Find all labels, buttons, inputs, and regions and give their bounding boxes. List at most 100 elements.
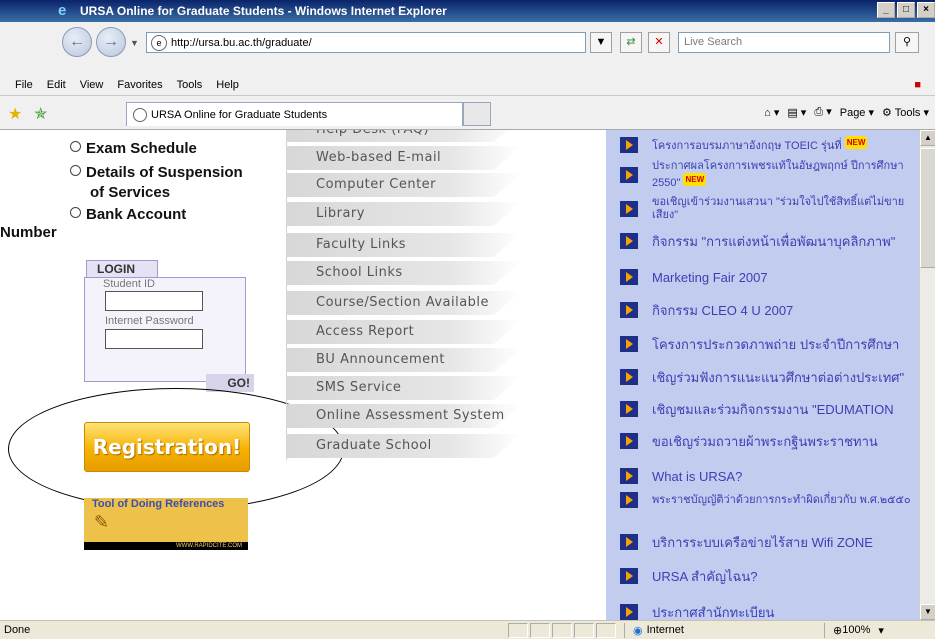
new-tab-button[interactable] — [463, 102, 491, 126]
news-item[interactable]: ขอเชิญเข้าร่วมงานเสวนา "ร่วมใจไปใช้สิทธิ… — [620, 196, 915, 222]
news-item[interactable]: Marketing Fair 2007 — [620, 269, 915, 285]
address-dropdown-button[interactable]: ▼ — [590, 32, 612, 53]
news-item[interactable]: ประกาศผลโครงการเพชรแท้ในอัษฎพฤกษ์ ปีการศ… — [620, 160, 915, 190]
news-item[interactable]: ขอเชิญร่วมถวายผ้าพระกฐินพระราชทาน — [620, 433, 915, 449]
forward-button[interactable]: → — [96, 27, 126, 57]
menu-email[interactable]: Web-based E-mail — [286, 146, 522, 170]
tools-menu[interactable]: ⚙ Tools ▾ — [882, 106, 929, 119]
zoom-control[interactable]: ⊕ 100% ▾ — [824, 622, 884, 638]
arrow-bullet-icon — [620, 167, 638, 183]
pdf-icon[interactable]: ■ — [914, 79, 921, 91]
search-input[interactable]: Live Search — [678, 32, 890, 53]
feeds-icon[interactable]: ▤ ▾ — [787, 106, 806, 119]
back-button[interactable]: ← — [62, 27, 92, 57]
menu-online-assessment[interactable]: Online Assessment System — [286, 404, 522, 428]
news-item[interactable]: ประกาศสำนักทะเบียน — [620, 604, 915, 620]
favorites-star-icon[interactable]: ★ — [8, 104, 22, 124]
menu-tools[interactable]: Tools — [170, 79, 210, 91]
menu-sms-service[interactable]: SMS Service — [286, 376, 522, 400]
menu-computer-center[interactable]: Computer Center — [286, 173, 522, 197]
new-badge: NEW — [844, 136, 868, 149]
security-zone[interactable]: ◉ Internet — [624, 622, 824, 638]
password-label: Internet Password — [105, 315, 194, 327]
arrow-bullet-icon — [620, 302, 638, 318]
arrow-bullet-icon — [620, 201, 638, 217]
menu-faculty-links[interactable]: Faculty Links — [286, 233, 522, 257]
page-content: Exam Schedule Details of Suspension of S… — [0, 130, 919, 620]
menu-help-desk[interactable]: Help Desk (FAQ) — [286, 130, 522, 142]
add-favorite-icon[interactable]: ✯ — [34, 104, 47, 124]
news-item[interactable]: URSA สำคัญไฉน? — [620, 568, 915, 584]
address-toolbar: ← → ▼ e http://ursa.bu.ac.th/graduate/ ▼… — [0, 22, 935, 74]
minimize-button[interactable]: _ — [877, 2, 895, 18]
address-input[interactable]: e http://ursa.bu.ac.th/graduate/ — [146, 32, 586, 53]
status-bar: Done ◉ Internet ⊕ 100% ▾ — [0, 620, 935, 639]
home-icon[interactable]: ⌂ ▾ — [764, 106, 779, 119]
arrow-bullet-icon — [620, 136, 638, 153]
window-titlebar: e URSA Online for Graduate Students - Wi… — [0, 0, 935, 22]
arrow-bullet-icon — [620, 401, 638, 417]
bank-account-link-line2[interactable]: Number — [0, 224, 57, 241]
vertical-scrollbar[interactable]: ▲ ▼ — [919, 130, 935, 620]
zoom-dropdown-icon[interactable]: ▾ — [878, 624, 884, 637]
menu-edit[interactable]: Edit — [40, 79, 73, 91]
ie-logo-icon: e — [58, 2, 67, 19]
news-item[interactable]: กิจกรรม "การแต่งหน้าเพื่อพัฒนาบุคลิกภาพ" — [620, 233, 915, 249]
print-icon[interactable]: ⎙ ▾ — [814, 105, 831, 119]
menu-bu-announcement[interactable]: BU Announcement — [286, 348, 522, 372]
command-bar: ⌂ ▾ ▤ ▾ ⎙ ▾ Page ▾ ⚙ Tools ▾ — [764, 105, 929, 119]
news-item[interactable]: โครงการประกวดภาพถ่าย ประจำปีการศึกษา — [620, 336, 915, 352]
news-item[interactable]: บริการระบบเครือข่ายไร้สาย Wifi ZONE — [620, 534, 915, 550]
arrow-bullet-icon — [620, 233, 638, 249]
refresh-icon[interactable]: ⇄ — [620, 32, 642, 53]
status-cell — [574, 622, 594, 638]
zoom-level: 100% — [842, 624, 871, 636]
menu-view[interactable]: View — [73, 79, 111, 91]
arrow-bullet-icon — [620, 369, 638, 385]
suspension-link[interactable]: Details of Suspension — [70, 164, 243, 181]
news-item[interactable]: กิจกรรม CLEO 4 U 2007 — [620, 302, 915, 318]
suspension-link-line2[interactable]: of Services — [90, 184, 170, 201]
menu-file[interactable]: File — [8, 79, 40, 91]
page-menu[interactable]: Page ▾ — [840, 106, 874, 119]
news-item[interactable]: เชิญชมและร่วมกิจกรรมงาน "EDUMATION — [620, 401, 915, 417]
arrow-bullet-icon — [620, 604, 638, 620]
arrow-bullet-icon — [620, 336, 638, 352]
window-title: URSA Online for Graduate Students - Wind… — [80, 4, 447, 18]
exam-schedule-link[interactable]: Exam Schedule — [70, 140, 197, 157]
student-id-input[interactable] — [105, 291, 203, 311]
news-item[interactable]: What is URSA? — [620, 468, 915, 484]
news-item[interactable]: โครงการอบรมภาษาอังกฤษ TOEIC รุ่นที่ NEW — [620, 136, 915, 153]
close-button[interactable]: × — [917, 2, 935, 18]
tab-ursa[interactable]: URSA Online for Graduate Students — [126, 102, 463, 126]
menu-favorites[interactable]: Favorites — [110, 79, 169, 91]
zone-label: Internet — [646, 624, 684, 636]
status-cell — [508, 622, 528, 638]
bank-account-link[interactable]: Bank Account — [70, 206, 186, 223]
menu-access-report[interactable]: Access Report — [286, 320, 522, 344]
recent-pages-dropdown-icon[interactable]: ▼ — [130, 38, 139, 48]
scroll-up-icon[interactable]: ▲ — [920, 130, 935, 146]
menu-library[interactable]: Library — [286, 202, 522, 226]
arrow-bullet-icon — [620, 492, 638, 508]
news-item[interactable]: เชิญร่วมฟังการแนะแนวศึกษาต่อต่างประเทศ" — [620, 369, 915, 385]
radio-bullet-icon — [70, 141, 81, 152]
menu-course-section[interactable]: Course/Section Available — [286, 291, 522, 315]
news-item[interactable]: พระราชบัญญัติว่าด้วยการกระทำผิดเกี่ยวกับ… — [620, 492, 915, 508]
stop-icon[interactable]: ✕ — [648, 32, 670, 53]
password-input[interactable] — [105, 329, 203, 349]
references-banner[interactable]: Tool of Doing References ✎ WWW.RAPIDCITE… — [84, 498, 248, 550]
login-panel: LOGIN Student ID Internet Password GO! — [76, 260, 256, 392]
scroll-thumb[interactable] — [920, 148, 935, 268]
menu-help[interactable]: Help — [209, 79, 246, 91]
tab-site-icon — [133, 107, 147, 122]
menu-graduate-school[interactable]: Graduate School — [286, 434, 522, 458]
menu-school-links[interactable]: School Links — [286, 261, 522, 285]
references-title: Tool of Doing References — [92, 498, 225, 510]
search-icon[interactable]: ⚲ — [895, 32, 919, 53]
maximize-button[interactable]: □ — [897, 2, 915, 18]
scroll-down-icon[interactable]: ▼ — [920, 604, 935, 620]
arrow-bullet-icon — [620, 433, 638, 449]
radio-bullet-icon — [70, 207, 81, 218]
menu-bar: File Edit View Favorites Tools Help ■ — [0, 74, 935, 96]
